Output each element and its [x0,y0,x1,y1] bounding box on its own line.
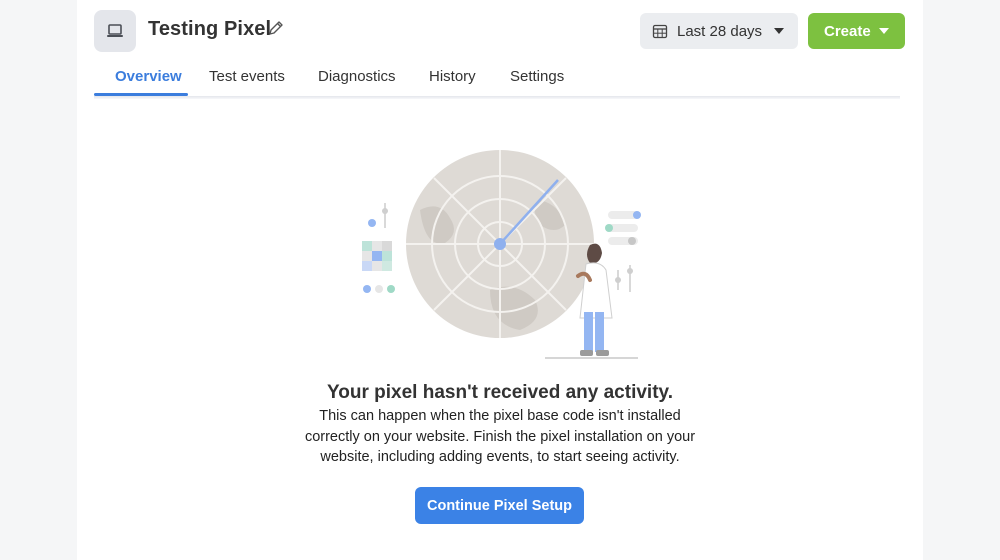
date-range-button[interactable]: Last 28 days [640,13,798,49]
tab-test-events[interactable]: Test events [209,68,285,85]
radar-illustration [362,150,641,359]
tab-history[interactable]: History [429,68,476,85]
tab-settings[interactable]: Settings [510,68,564,85]
empty-state-title: Your pixel hasn't received any activity. [327,382,673,403]
empty-state-body: This can happen when the pixel base code… [304,408,696,465]
tab-bar: Overview Test events Diagnostics History… [94,60,900,96]
tab-divider [94,96,900,99]
create-button-label: Create [824,22,871,40]
date-range-label: Last 28 days [677,22,763,40]
tab-overview[interactable]: Overview [115,68,182,85]
pixel-avatar [94,10,136,52]
tab-diagnostics[interactable]: Diagnostics [318,68,396,85]
chevron-down-icon [774,28,784,34]
calendar-icon [652,24,668,39]
page-title: Testing Pixel [148,18,272,40]
pencil-icon[interactable] [267,19,285,37]
chevron-down-icon [879,28,889,34]
create-button[interactable]: Create [808,13,905,49]
continue-pixel-setup-button[interactable]: Continue Pixel Setup [415,487,584,524]
laptop-icon [107,24,123,37]
